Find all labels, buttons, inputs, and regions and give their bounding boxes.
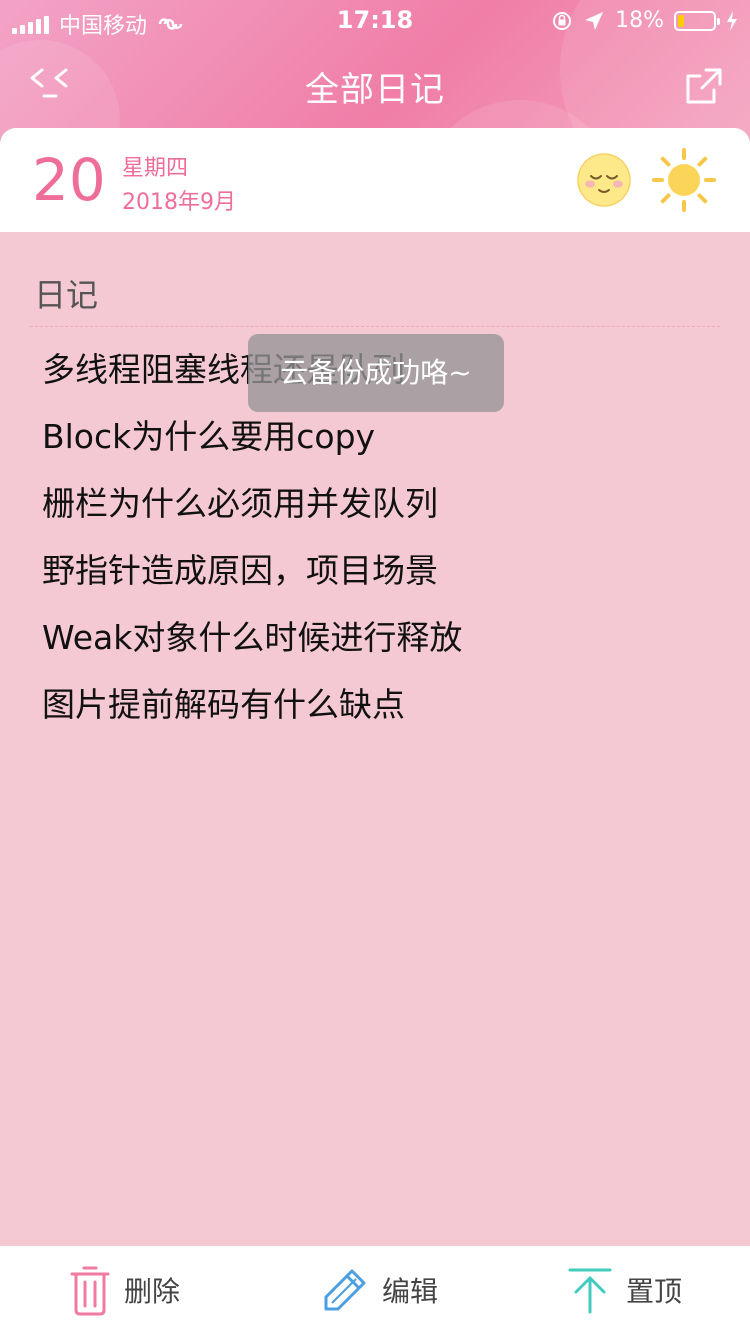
pencil-icon: [324, 1269, 366, 1311]
list-item[interactable]: 栅栏为什么必须用并发队列: [42, 470, 462, 537]
battery-level: [678, 14, 685, 27]
delete-label: 删除: [124, 1275, 181, 1308]
sleepy-face-icon[interactable]: [576, 152, 632, 208]
toast-message: 云备份成功咯~: [248, 334, 504, 412]
status-bar: 中国移动 17:18 18%: [0, 0, 750, 40]
weekday: 星期四: [122, 156, 189, 181]
pin-label: 置顶: [626, 1275, 683, 1308]
trash-icon: [70, 1266, 110, 1316]
month-year: 2018年9月: [122, 190, 236, 215]
pin-to-top-button[interactable]: 置顶: [568, 1262, 682, 1318]
divider: [30, 326, 720, 327]
battery-icon: [674, 10, 720, 31]
location-icon: [585, 11, 604, 30]
list-item[interactable]: Block为什么要用copy: [42, 403, 462, 470]
bottom-toolbar: 删除 编辑 置顶: [0, 1246, 750, 1334]
list-item[interactable]: Weak对象什么时候进行释放: [42, 604, 462, 671]
nav-bar: 全部日记: [0, 40, 750, 130]
section-label: 日记: [34, 276, 99, 314]
battery-percent: 18%: [615, 8, 664, 33]
sun-icon[interactable]: [652, 148, 716, 212]
page-title: 全部日记: [305, 70, 445, 110]
rotation-lock-icon: [553, 11, 572, 30]
date-card: 20 星期四 2018年9月: [0, 128, 750, 232]
edit-button[interactable]: 编辑: [322, 1262, 438, 1318]
delete-button[interactable]: 删除: [70, 1262, 180, 1318]
edit-label: 编辑: [382, 1275, 439, 1308]
charging-icon: [727, 10, 737, 31]
status-right: 18%: [551, 8, 738, 33]
list-item[interactable]: 图片提前解码有什么缺点: [42, 671, 462, 738]
day-number: 20: [32, 146, 106, 214]
list-item[interactable]: 野指针造成原因，项目场景: [42, 537, 462, 604]
arrow-up-icon: [568, 1268, 612, 1314]
share-button[interactable]: [684, 66, 724, 106]
